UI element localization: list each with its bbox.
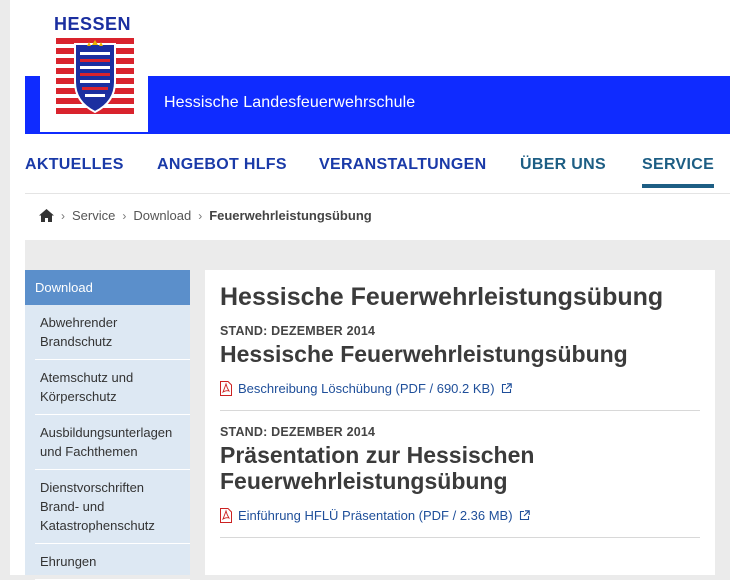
sidebar-item-label: Abwehrender <box>40 315 118 330</box>
section-heading: Hessische Feuerwehrleistungsübung <box>220 341 700 367</box>
nav-ueber-uns[interactable]: ÜBER UNS <box>520 156 606 174</box>
sidebar-item-label: Brand- und <box>40 499 105 514</box>
sidebar-item-label: Ausbildungsunterlagen <box>40 425 173 440</box>
breadcrumb-service[interactable]: Service <box>72 208 115 223</box>
sidebar-item-label: Atemschutz und <box>40 370 134 385</box>
breadcrumb: › Service › Download › Feuerwehrleistung… <box>25 193 730 241</box>
breadcrumb-current: Feuerwehrleistungsübung <box>209 208 372 223</box>
sidebar-item-atemschutz[interactable]: Atemschutz und Körperschutz <box>35 360 190 415</box>
pdf-icon <box>220 381 232 396</box>
sidebar-item-label: Ehrungen <box>40 554 97 569</box>
sidebar-item-label: und Fachthemen <box>40 444 138 459</box>
chevron-right-icon: › <box>61 208 65 223</box>
download-section: STAND: DEZEMBER 2014 Hessische Feuerwehr… <box>220 324 700 411</box>
chevron-right-icon: › <box>122 208 127 223</box>
section-heading-line: Feuerwehrleistungsübung <box>220 468 508 494</box>
stand-date: STAND: DEZEMBER 2014 <box>220 324 376 338</box>
hessen-logo[interactable]: HESSEN <box>40 0 148 132</box>
sidebar-item-ausbildungsunterlagen[interactable]: Ausbildungsunterlagen und Fachthemen <box>35 415 190 470</box>
sidebar-heading-download[interactable]: Download <box>25 270 190 305</box>
page: Hessische Landesfeuerwehrschule HESSEN A… <box>10 0 730 580</box>
sidebar-menu: Download Abwehrender Brandschutz Atemsch… <box>25 270 190 580</box>
download-section: STAND: DEZEMBER 2014 Präsentation zur He… <box>220 425 700 538</box>
section-heading-line: Hessische Feuerwehrleistungsübung <box>220 341 628 367</box>
coat-of-arms-icon <box>56 38 134 114</box>
sidebar-item-label: Körperschutz <box>40 389 117 404</box>
logo-wordmark: HESSEN <box>54 14 132 34</box>
download-link-label[interactable]: Beschreibung Löschübung (PDF / 690.2 KB) <box>238 381 495 396</box>
nav-service[interactable]: SERVICE <box>642 156 715 188</box>
sidebar-item-label: Brandschutz <box>40 334 113 349</box>
breadcrumb-download[interactable]: Download <box>133 208 191 223</box>
external-link-icon <box>519 510 530 521</box>
download-link-loeschuebung[interactable]: Beschreibung Löschübung (PDF / 690.2 KB) <box>220 381 700 396</box>
nav-veranstaltungen[interactable]: VERANSTALTUNGEN <box>319 156 486 174</box>
pdf-icon <box>220 508 232 523</box>
stand-date: STAND: DEZEMBER 2014 <box>220 425 376 439</box>
chevron-right-icon: › <box>198 208 203 223</box>
sidebar-item-label: Katastrophenschutz <box>40 518 155 533</box>
nav-angebot-hlfs[interactable]: ANGEBOT HLFS <box>157 156 287 174</box>
main-content: Hessische Feuerwehrleistungsübung STAND:… <box>205 270 715 575</box>
download-link-label[interactable]: Einführung HFLÜ Präsentation (PDF / 2.36… <box>238 508 513 523</box>
page-title: Hessische Feuerwehrleistungsübung <box>220 283 664 311</box>
home-icon[interactable] <box>39 209 54 222</box>
external-link-icon <box>501 383 512 394</box>
site-name[interactable]: Hessische Landesfeuerwehrschule <box>164 94 415 112</box>
section-heading: Präsentation zur Hessischen Feuerwehrlei… <box>220 442 700 494</box>
sidebar-item-label: Dienstvorschriften <box>40 480 145 495</box>
sidebar-item-abwehrender-brandschutz[interactable]: Abwehrender Brandschutz <box>35 305 190 360</box>
sidebar-item-dienstvorschriften[interactable]: Dienstvorschriften Brand- und Katastroph… <box>35 470 190 544</box>
section-heading-line: Präsentation zur Hessischen <box>220 442 535 468</box>
nav-aktuelles[interactable]: AKTUELLES <box>25 156 124 174</box>
download-link-praesentation[interactable]: Einführung HFLÜ Präsentation (PDF / 2.36… <box>220 508 700 523</box>
